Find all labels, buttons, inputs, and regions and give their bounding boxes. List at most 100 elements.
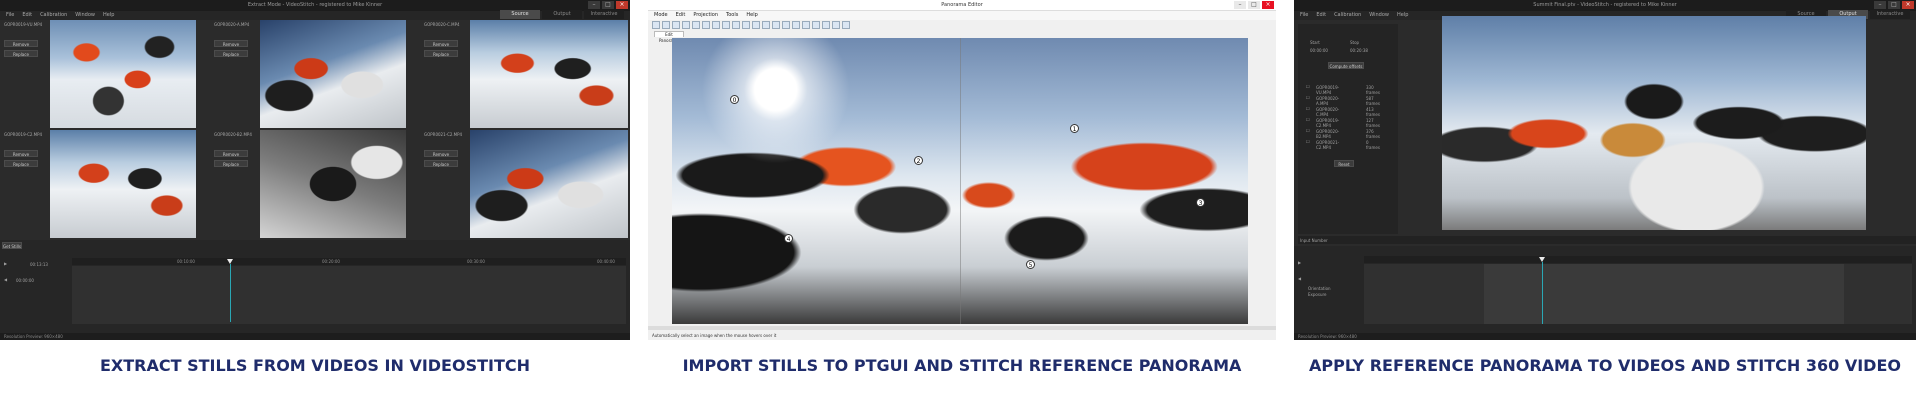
tile-filename: GOPR0020-B2.MP4 (214, 132, 252, 137)
replace-button[interactable]: Replace (4, 50, 38, 57)
toolbar-icon[interactable] (792, 21, 800, 29)
tab-interactive[interactable]: Interactive (1870, 10, 1910, 19)
stitched-360-preview[interactable] (1442, 16, 1866, 230)
checkbox[interactable]: ☐ (1306, 95, 1310, 100)
horizontal-scrollbar[interactable] (648, 326, 1276, 330)
checkbox[interactable]: ☐ (1306, 84, 1310, 89)
playhead-line[interactable] (230, 264, 231, 322)
remove-button[interactable]: Remove (4, 150, 38, 157)
minimize-button[interactable]: – (1874, 1, 1886, 9)
menu-edit[interactable]: Edit (22, 11, 32, 20)
toolbar-icon[interactable] (662, 21, 670, 29)
menu-tools[interactable]: Tools (726, 11, 738, 20)
image-number-label[interactable]: 2 (914, 156, 923, 165)
remove-button[interactable]: Remove (4, 40, 38, 47)
stop-time-field[interactable]: 00:20:38 (1350, 48, 1368, 53)
replace-button[interactable]: Replace (214, 50, 248, 57)
maximize-button[interactable]: □ (1248, 1, 1260, 9)
frame-offset[interactable]: 330 frames (1366, 85, 1380, 95)
frame-offset[interactable]: 413 frames (1366, 107, 1380, 117)
menu-calibration[interactable]: Calibration (40, 11, 67, 20)
image-number-label[interactable]: 5 (1026, 260, 1035, 269)
menu-file[interactable]: File (1300, 11, 1308, 20)
checkbox[interactable]: ☐ (1306, 117, 1310, 122)
work-area-range[interactable] (1484, 264, 1844, 324)
frame-offset[interactable]: 0 frames (1366, 140, 1380, 150)
minimize-button[interactable]: – (1234, 1, 1246, 9)
time-ruler[interactable]: 00:10:00 00:20:00 00:30:00 00:40:00 (72, 258, 626, 265)
play-icon[interactable]: ▶ (4, 261, 7, 266)
menu-file[interactable]: File (6, 11, 14, 20)
replace-button[interactable]: Replace (424, 50, 458, 57)
image-number-label[interactable]: 3 (1196, 198, 1205, 207)
toolbar-icon[interactable] (772, 21, 780, 29)
checkbox[interactable]: ☐ (1306, 106, 1310, 111)
toolbar-icon[interactable] (822, 21, 830, 29)
toolbar-icon[interactable] (702, 21, 710, 29)
toolbar-icon[interactable] (762, 21, 770, 29)
toolbar-icon[interactable] (802, 21, 810, 29)
remove-button[interactable]: Remove (424, 150, 458, 157)
toolbar-icon[interactable] (782, 21, 790, 29)
step-icon[interactable]: ◀ (1298, 276, 1301, 281)
maximize-button[interactable]: □ (1888, 1, 1900, 9)
menu-edit[interactable]: Edit (1316, 11, 1326, 20)
menu-help[interactable]: Help (1397, 11, 1408, 20)
close-button[interactable]: × (616, 1, 628, 9)
toolbar-icon[interactable] (742, 21, 750, 29)
step-icon[interactable]: ◀ (4, 277, 7, 282)
replace-button[interactable]: Replace (424, 160, 458, 167)
minimize-button[interactable]: – (588, 1, 600, 9)
time-ruler[interactable] (1364, 256, 1912, 263)
toolbar-icon[interactable] (652, 21, 660, 29)
reset-button[interactable]: Reset (1334, 160, 1354, 167)
track-area[interactable] (72, 266, 626, 324)
replace-button[interactable]: Replace (4, 160, 38, 167)
tab-edit-panorama[interactable]: Edit Panorama (654, 31, 684, 43)
image-number-label[interactable]: 0 (730, 95, 739, 104)
menu-edit[interactable]: Edit (676, 11, 686, 20)
menu-help[interactable]: Help (103, 11, 114, 20)
toolbar-icon[interactable] (682, 21, 690, 29)
play-icon[interactable]: ▶ (1298, 260, 1301, 265)
remove-button[interactable]: Remove (424, 40, 458, 47)
replace-button[interactable]: Replace (214, 160, 248, 167)
ruler-label: 00:10:00 (177, 259, 195, 264)
close-button[interactable]: × (1902, 1, 1914, 9)
toolbar-icon[interactable] (732, 21, 740, 29)
frame-offset[interactable]: 587 frames (1366, 96, 1380, 106)
remove-button[interactable]: Remove (214, 40, 248, 47)
menu-window[interactable]: Window (1369, 11, 1389, 20)
start-time-field[interactable]: 00:00:00 (1310, 48, 1328, 53)
image-number-label[interactable]: 1 (1070, 124, 1079, 133)
toolbar-icon[interactable] (842, 21, 850, 29)
playhead-line[interactable] (1542, 262, 1543, 324)
frame-offset[interactable]: 376 frames (1366, 129, 1380, 139)
toolbar-icon[interactable] (692, 21, 700, 29)
toolbar-icon[interactable] (722, 21, 730, 29)
toolbar-icon[interactable] (752, 21, 760, 29)
menu-window[interactable]: Window (75, 11, 95, 20)
image-number-label[interactable]: 4 (784, 234, 793, 243)
synchronization-panel: Start Stop 00:00:00 00:20:38 Compute off… (1298, 24, 1398, 234)
get-stills-button[interactable]: Get Stills (2, 242, 22, 249)
menu-calibration[interactable]: Calibration (1334, 11, 1361, 20)
checkbox[interactable]: ☐ (1306, 128, 1310, 133)
toolbar-icon[interactable] (812, 21, 820, 29)
menu-projection[interactable]: Projection (693, 11, 718, 20)
tab-interactive[interactable]: Interactive (584, 10, 624, 19)
close-button[interactable]: × (1262, 1, 1274, 9)
compute-offsets-button[interactable]: Compute offsets (1328, 62, 1364, 69)
tab-source[interactable]: Source (500, 10, 540, 19)
checkbox[interactable]: ☐ (1306, 139, 1310, 144)
tab-output[interactable]: Output (542, 10, 582, 19)
remove-button[interactable]: Remove (214, 150, 248, 157)
menu-mode[interactable]: Mode (654, 11, 668, 20)
menu-help[interactable]: Help (746, 11, 757, 20)
toolbar-icon[interactable] (672, 21, 680, 29)
equirectangular-panorama-preview[interactable]: 0 1 2 3 4 5 (672, 38, 1248, 324)
toolbar-icon[interactable] (712, 21, 720, 29)
frame-offset[interactable]: 127 frames (1366, 118, 1380, 128)
toolbar-icon[interactable] (832, 21, 840, 29)
maximize-button[interactable]: □ (602, 1, 614, 9)
